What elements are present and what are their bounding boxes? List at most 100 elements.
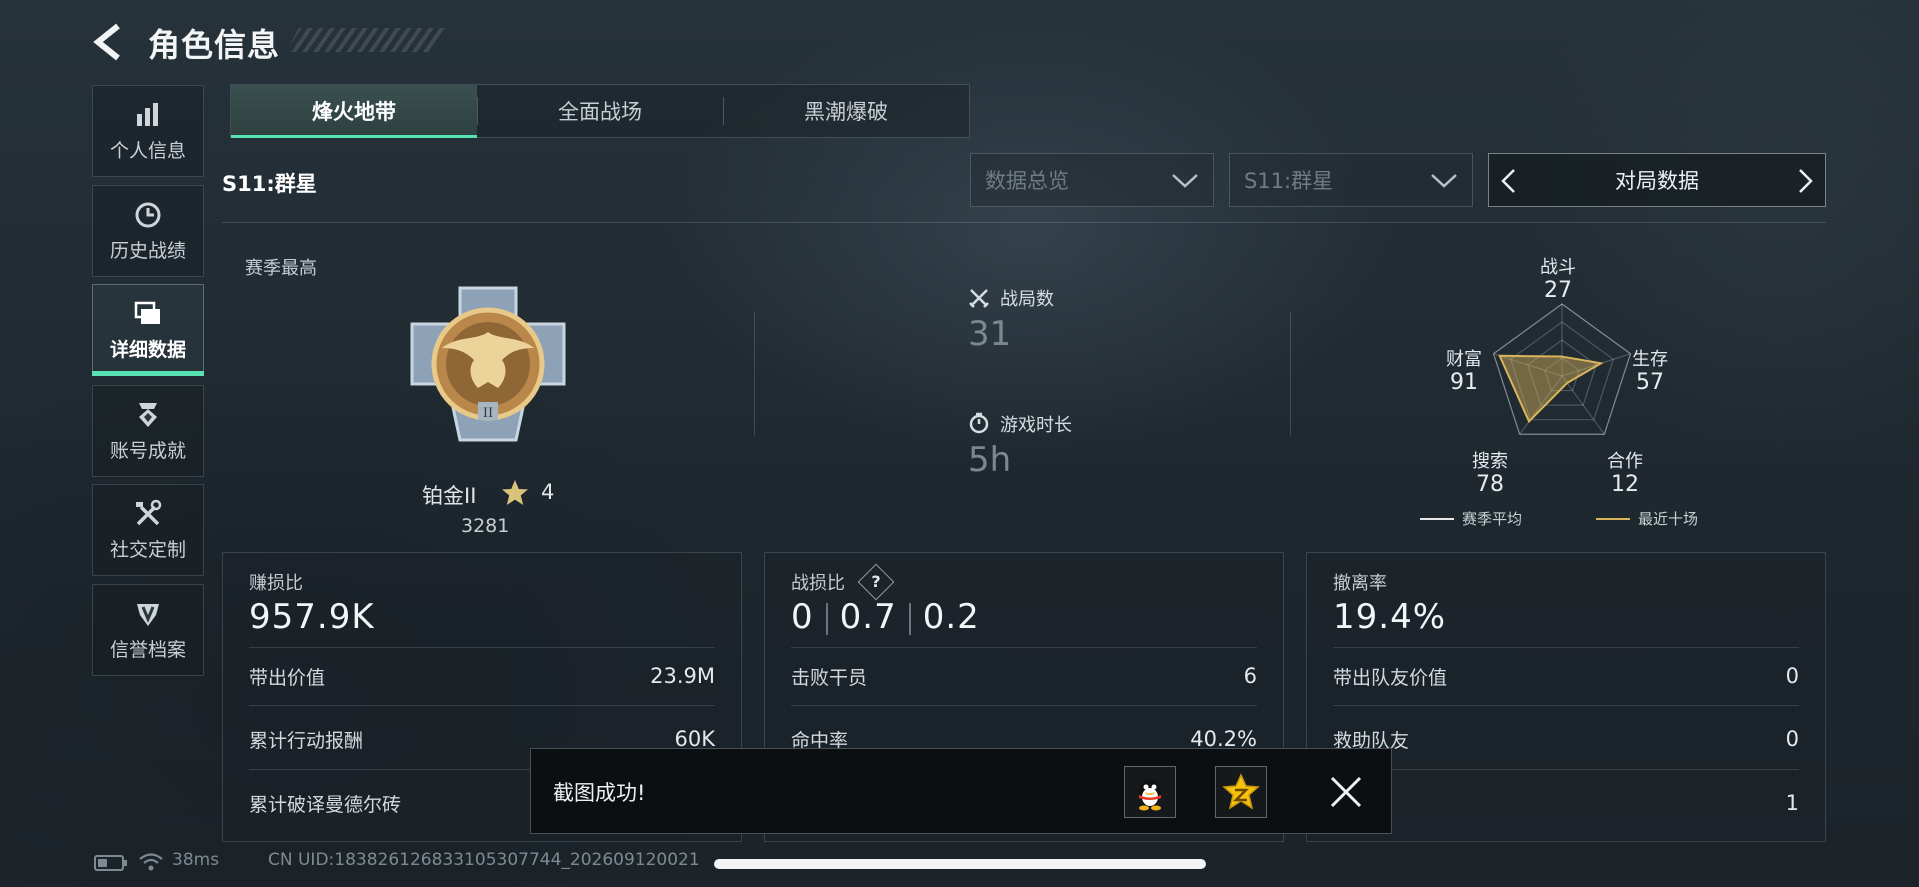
toast-message: 截图成功! xyxy=(553,781,646,805)
tools-icon xyxy=(136,499,162,525)
crossed-swords-icon xyxy=(969,289,989,308)
divider xyxy=(222,222,1826,223)
sidebar-item-label: 账号成就 xyxy=(109,439,186,462)
star-icon xyxy=(502,480,528,505)
stat-row: 救助队友 0 xyxy=(1333,724,1799,754)
radar-label-survival: 生存 xyxy=(1632,349,1668,370)
data-type-label: 对局数据 xyxy=(1615,169,1699,193)
rank-stars: 4 xyxy=(541,480,555,504)
radar-label-combat: 战斗 xyxy=(1540,257,1576,278)
radar-label-teamwork: 合作 xyxy=(1607,451,1643,472)
matches-value: 31 xyxy=(968,314,1012,354)
tab-full-battlefield[interactable]: 全面战场 xyxy=(477,85,723,137)
sidebar-item-achievements[interactable]: 账号成就 xyxy=(92,385,204,477)
wifi-icon xyxy=(139,853,163,871)
stat-value: 6 xyxy=(1243,664,1257,688)
sidebar-item-label: 社交定制 xyxy=(109,538,186,561)
sidebar-item-label: 信誉档案 xyxy=(109,638,186,661)
stat-row: 带出队友价值 0 xyxy=(1333,661,1799,691)
stat-value: 0 xyxy=(1785,727,1799,751)
sidebar-item-label: 个人信息 xyxy=(109,139,186,162)
divider xyxy=(825,602,828,635)
rank-points: 3281 xyxy=(461,515,510,537)
legend-recent-ten: 最近十场 xyxy=(1638,510,1699,528)
divider xyxy=(791,647,1257,648)
divider xyxy=(791,705,1257,706)
medal-icon xyxy=(139,402,157,427)
sidebar-item-history[interactable]: 历史战绩 xyxy=(92,185,204,277)
matches-label: 战局数 xyxy=(1000,289,1054,310)
legend-swatch-recent xyxy=(1596,518,1630,520)
radar-value-survival: 57 xyxy=(1636,370,1664,395)
rank-badge-icon: II xyxy=(410,286,566,442)
divider xyxy=(1333,647,1799,648)
extract-title: 撤离率 xyxy=(1333,573,1387,594)
season-select[interactable]: S11:群星 xyxy=(1229,153,1473,207)
divider xyxy=(908,602,911,635)
stopwatch-icon xyxy=(969,412,989,434)
tab-black-tide[interactable]: 黑潮爆破 xyxy=(723,85,969,137)
tab-firezone[interactable]: 烽火地带 xyxy=(231,85,477,138)
svg-text:II: II xyxy=(483,406,493,421)
history-clock-icon xyxy=(135,202,161,227)
rank-name: 铂金II xyxy=(422,484,477,508)
sidebar-item-label: 历史战绩 xyxy=(109,239,186,262)
stat-value: 23.9M xyxy=(650,664,715,688)
stat-row: 击败干员 6 xyxy=(791,661,1257,691)
share-qzone-button[interactable] xyxy=(1215,766,1267,818)
sidebar-item-credit[interactable]: 信誉档案 xyxy=(92,584,204,676)
divider xyxy=(249,647,715,648)
ratio-value: 0.7 xyxy=(839,597,897,637)
extract-value: 19.4% xyxy=(1333,597,1447,637)
chevron-left-icon[interactable] xyxy=(1499,168,1519,194)
divider xyxy=(249,705,715,706)
stat-row: 友1 xyxy=(1333,788,1799,818)
season-best-label: 赛季最高 xyxy=(245,258,317,279)
chevron-left-icon[interactable] xyxy=(90,22,126,62)
stat-value: 1 xyxy=(1785,791,1799,815)
share-qq-button[interactable] xyxy=(1124,766,1176,818)
stat-value: 0 xyxy=(1785,664,1799,688)
shield-emblem-icon xyxy=(137,603,159,626)
season-label: S11:群星 xyxy=(222,172,317,196)
stat-label: 带出队友价值 xyxy=(1333,666,1448,689)
close-icon[interactable] xyxy=(1329,775,1363,809)
mode-tabs: 烽火地带 全面战场 黑潮爆破 xyxy=(230,84,970,138)
profit-title: 赚损比 xyxy=(249,573,303,594)
uid-text: CN UID:18382612683310530774​4_2026091200… xyxy=(268,850,700,870)
battery-icon xyxy=(94,855,127,871)
ratio-value: 0.2 xyxy=(922,597,980,637)
radar-value-combat: 27 xyxy=(1544,278,1572,303)
folders-icon xyxy=(134,301,160,324)
radar-label-wealth: 财富 xyxy=(1446,349,1482,370)
overview-select-value: 数据总览 xyxy=(985,169,1069,193)
combat-title: 战损比 xyxy=(791,573,845,594)
playtime-label: 游戏时长 xyxy=(1000,415,1072,436)
overview-select[interactable]: 数据总览 xyxy=(970,153,1214,207)
data-type-switcher: 对局数据 xyxy=(1488,153,1826,207)
qq-penguin-icon xyxy=(1139,779,1161,811)
help-icon-mark: ? xyxy=(871,572,881,591)
playtime-value: 5h xyxy=(968,440,1012,480)
chevron-right-icon[interactable] xyxy=(1795,168,1815,194)
sidebar-item-label: 详细数据 xyxy=(109,338,186,361)
stat-label: 累计破译曼德尔砖 xyxy=(249,793,402,816)
stat-label: 带出价值 xyxy=(249,666,326,689)
legend-swatch-season-avg xyxy=(1420,518,1454,520)
combat-ratios: 0 0.7 0.2 xyxy=(791,597,980,637)
radar-value-search: 78 xyxy=(1476,472,1504,497)
sidebar-item-social[interactable]: 社交定制 xyxy=(92,484,204,576)
legend-season-avg: 赛季平均 xyxy=(1462,510,1523,528)
sidebar-item-profile[interactable]: 个人信息 xyxy=(92,85,204,177)
ping-value: 38ms xyxy=(172,850,220,870)
radar-value-teamwork: 12 xyxy=(1611,472,1639,497)
bar-chart-icon xyxy=(137,102,158,126)
stat-label: 累计行动报酬 xyxy=(249,729,364,752)
home-indicator[interactable] xyxy=(714,859,1206,869)
screenshot-toast: 截图成功! xyxy=(530,748,1392,834)
ratio-value: 0 xyxy=(791,597,814,637)
season-select-value: S11:群星 xyxy=(1244,169,1334,193)
page-title: 角色信息 xyxy=(148,26,281,64)
radar-value-wealth: 91 xyxy=(1450,370,1478,395)
sidebar-item-detailed-data[interactable]: 详细数据 xyxy=(92,284,204,376)
